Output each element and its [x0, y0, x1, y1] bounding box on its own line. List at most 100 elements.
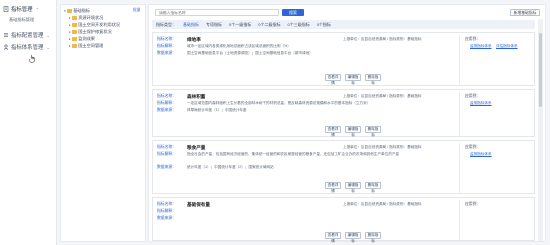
category-tree: 批量 ▾ 基础指标 ▸ 资源环境状况 ▸ 国土空间开发利用状况 ▸ 国土保护修复…	[60, 4, 146, 242]
nav-item-label: 指标管理	[11, 7, 33, 13]
folder-icon	[72, 37, 77, 41]
indicator-list-panel: 搜索 新增基础指标 指标类型： 基础指标 专项指标 0个一级指标 0个二级指标 …	[148, 4, 546, 243]
card-divider	[459, 143, 460, 193]
tree-node-label: 资源环境状况	[78, 15, 104, 20]
vertical-scrollbar[interactable]	[538, 19, 543, 241]
hand-cursor-icon	[29, 54, 35, 63]
edit-indicator-button[interactable]: 编辑指标	[345, 126, 361, 137]
tree-node[interactable]: ▸ 国土保护修复状况	[69, 29, 112, 35]
view-details-button[interactable]: 查看详情	[325, 126, 341, 137]
tree-node-label: 国土空间管理	[78, 43, 104, 48]
indicator-definition: 城市一定区域内各类绿化用地总面积占该区域总面积的比例（%）	[187, 44, 291, 48]
add-indicator-button[interactable]: 新增基础指标	[510, 9, 540, 16]
nav-item-label: 指标体系管理	[11, 45, 44, 51]
filter-label: 指标类型：	[156, 21, 176, 27]
edit-indicator-button[interactable]: 编辑指标	[345, 74, 361, 85]
delete-indicator-button[interactable]: 删除指标	[365, 74, 381, 85]
sliders-icon	[3, 32, 9, 38]
indicator-name: 绿地率	[187, 36, 201, 42]
tree-batch-link[interactable]: 批量	[133, 8, 141, 13]
card-def-label: 指标解释：	[157, 44, 176, 48]
search-input[interactable]	[155, 9, 279, 16]
view-details-button[interactable]: 查看详情	[325, 182, 341, 193]
nav-item-indicator-system[interactable]: 指标体系管理 ⌄	[3, 43, 50, 51]
edit-indicator-button[interactable]: 编辑指标	[345, 232, 361, 243]
filter-level2[interactable]: 0个二级指标	[258, 22, 280, 28]
card-divider	[459, 200, 460, 240]
indicator-source: 统计年鉴（1）；中国统计年鉴（2）；国家统计局网站	[187, 165, 274, 169]
indicator-source: 国土空间基础信息平台（土地资源调查）；国土空间基础信息平台（城市绿地）	[187, 51, 313, 55]
nav-item-label: 指标配置管理	[11, 33, 44, 39]
folder-icon	[72, 30, 77, 34]
card-name-label: 指标名称：	[157, 145, 176, 149]
card-src-label: 数据来源：	[157, 108, 176, 112]
apply-to-label: 应用到：	[465, 202, 481, 206]
left-nav: 指标管理 ⌃ 基础指标管理 指标配置管理 ⌄ 指标体系管理 ⌄	[0, 0, 57, 245]
tree-node-label: 国土空间开发利用状况	[78, 22, 121, 27]
card-def-label: 指标解释：	[157, 152, 176, 156]
filter-basic[interactable]: 基础指标	[183, 22, 199, 28]
apply-to-label: 应用到：	[465, 145, 481, 149]
card-name-label: 指标名称：	[157, 37, 176, 41]
folder-icon	[72, 16, 77, 20]
chevron-down-icon: ⌄	[46, 32, 50, 38]
indicator-meta: 上报单位：区县自然资源局 / 指标类别：基础指标	[343, 145, 422, 149]
chevron-up-icon: ⌃	[35, 6, 39, 12]
indicator-source: 林草局统计年鉴（1）；中国统计年鉴	[187, 108, 247, 112]
tree-node-basic[interactable]: ▾ 基础指标	[64, 8, 90, 14]
nav-item-indicator-management[interactable]: 指标管理 ⌃	[3, 5, 39, 13]
scrollbar-thumb[interactable]	[539, 33, 542, 107]
nav-subitem-basic-indicator[interactable]: 基础指标管理	[9, 17, 34, 23]
card-divider	[459, 35, 460, 85]
indicator-name: 基础保有量	[187, 201, 210, 207]
card-name-label: 指标名称：	[157, 94, 176, 98]
tree-node[interactable]: ▸ 监测成果	[69, 36, 95, 42]
chevron-right-icon[interactable]: ▸	[69, 44, 71, 48]
apply-to-label: 应用到：	[465, 37, 481, 41]
apply-link[interactable]: 监测指标体系	[470, 101, 492, 106]
delete-indicator-button[interactable]: 删除指标	[365, 126, 381, 137]
chevron-down-icon[interactable]: ▾	[64, 9, 66, 13]
delete-indicator-button[interactable]: 删除指标	[365, 232, 381, 243]
search-button[interactable]: 搜索	[282, 9, 304, 16]
card-src-label: 数据来源：	[157, 165, 176, 169]
apply-link[interactable]: 监测指标体系	[470, 44, 492, 49]
folder-icon	[72, 23, 77, 27]
indicator-card: 指标名称： 粮食产量 上报单位：区县自然资源局 / 指标类别：基础指标 指标解释…	[152, 140, 535, 194]
card-def-label: 指标解释：	[157, 209, 176, 213]
folder-icon	[72, 44, 77, 48]
chevron-right-icon[interactable]: ▸	[69, 23, 71, 27]
user-icon	[3, 44, 9, 50]
chevron-right-icon[interactable]: ▸	[69, 37, 71, 41]
card-name-label: 指标名称：	[157, 202, 176, 206]
filter-total[interactable]: 0个指标	[317, 22, 331, 28]
filter-special[interactable]: 专项指标	[206, 22, 222, 28]
edit-indicator-button[interactable]: 编辑指标	[345, 182, 361, 193]
tree-node[interactable]: ▸ 国土空间管理	[69, 43, 103, 49]
folder-icon	[67, 9, 72, 13]
card-def-label: 指标解释：	[157, 101, 176, 105]
indicator-meta: 上报单位：区县自然资源局 / 指标类别：基础指标	[343, 37, 422, 41]
apply-link[interactable]: 监测指标体系	[470, 152, 492, 157]
filter-level3[interactable]: 0个三级指标	[287, 22, 309, 28]
tree-node-label: 国土保护修复状况	[78, 29, 112, 34]
tree-node[interactable]: ▸ 资源环境状况	[69, 15, 103, 21]
chevron-right-icon[interactable]: ▸	[69, 30, 71, 34]
delete-indicator-button[interactable]: 删除指标	[365, 182, 381, 193]
card-src-label: 数据来源：	[157, 51, 176, 55]
view-details-button[interactable]: 查看详情	[325, 232, 341, 243]
view-details-button[interactable]: 查看详情	[325, 74, 341, 85]
card-src-label: 数据来源：	[157, 216, 176, 220]
filter-level1[interactable]: 0个一级指标	[229, 22, 251, 28]
filter-bar: 指标类型： 基础指标 专项指标 0个一级指标 0个二级指标 0个三级指标 0个指…	[152, 20, 535, 29]
chevron-right-icon[interactable]: ▸	[69, 16, 71, 20]
apply-link[interactable]: 评估指标体系	[496, 44, 518, 49]
tree-node[interactable]: ▸ 国土空间开发利用状况	[69, 22, 120, 28]
indicator-meta: 上报单位：区县自然资源局 / 指标类别：基础指标	[343, 202, 422, 206]
tree-node-label: 基础指标	[73, 8, 90, 13]
indicator-card: 指标名称： 绿地率 上报单位：区县自然资源局 / 指标类别：基础指标 指标解释：…	[152, 32, 535, 86]
card-divider	[459, 92, 460, 136]
indicator-card: 指标名称： 森林积蓄 上报单位：区县自然资源局 / 指标类别：基础指标 指标解释…	[152, 89, 535, 137]
indicator-card: 指标名称： 基础保有量 上报单位：区县自然资源局 / 指标类别：基础指标 指标解…	[152, 197, 535, 243]
nav-item-indicator-config[interactable]: 指标配置管理 ⌄	[3, 31, 50, 39]
